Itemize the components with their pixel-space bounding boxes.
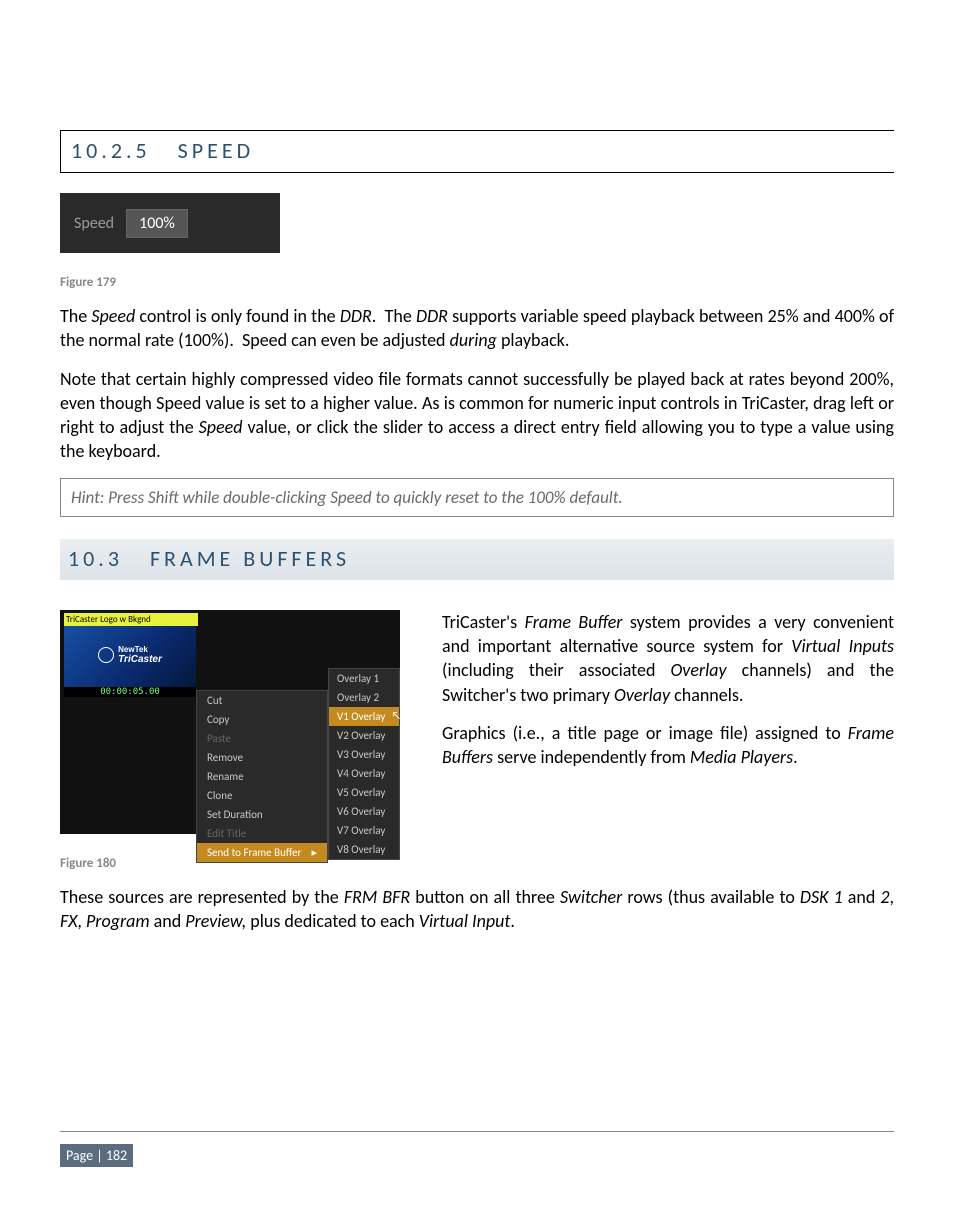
- menu-copy[interactable]: Copy: [197, 710, 327, 729]
- paragraph-2: Note that certain highly compressed vide…: [60, 367, 894, 464]
- submenu-overlay2[interactable]: Overlay 2: [329, 688, 399, 707]
- menu-remove[interactable]: Remove: [197, 748, 327, 767]
- menu-paste: Paste: [197, 729, 327, 748]
- paragraph-1: The Speed control is only found in the D…: [60, 304, 894, 353]
- menu-rename[interactable]: Rename: [197, 767, 327, 786]
- context-menu[interactable]: Cut Copy Paste Remove Rename Clone Set D…: [196, 690, 328, 863]
- overlay-submenu[interactable]: Overlay 1 Overlay 2 V1 Overlay ↖ V2 Over…: [328, 668, 400, 860]
- hint-box: Hint: Press Shift while double-clicking …: [60, 478, 894, 517]
- frame-buffer-figure: TriCaster Logo w Bkgnd NewTek TriCaster …: [60, 610, 400, 834]
- submenu-v4-overlay[interactable]: V4 Overlay: [329, 764, 399, 783]
- figure-180-caption: Figure 180: [60, 856, 894, 871]
- fb-paragraph-1: TriCaster's Frame Buffer system provides…: [442, 610, 894, 707]
- figure-179-caption: Figure 179: [60, 275, 894, 290]
- globe-icon: [98, 647, 114, 663]
- cursor-icon: ↖: [391, 709, 401, 722]
- menu-cut[interactable]: Cut: [197, 691, 327, 710]
- media-thumbnail[interactable]: TriCaster Logo w Bkgnd NewTek TriCaster …: [64, 616, 196, 694]
- submenu-v5-overlay[interactable]: V5 Overlay: [329, 783, 399, 802]
- sect-number: 10.2.5: [71, 137, 151, 164]
- submenu-v3-overlay[interactable]: V3 Overlay: [329, 745, 399, 764]
- thumb-title: TriCaster Logo w Bkgnd: [64, 613, 198, 626]
- sect-fb-title: FRAME BUFFERS: [150, 545, 350, 572]
- fb-paragraph-2: Graphics (i.e., a title page or image fi…: [442, 721, 894, 770]
- logo-top: NewTek: [118, 645, 162, 654]
- submenu-v1-overlay[interactable]: V1 Overlay ↖: [329, 707, 399, 726]
- submenu-arrow-icon: ▸: [311, 846, 317, 859]
- sect-title: SPEED: [178, 137, 255, 164]
- speed-value[interactable]: 100%: [126, 209, 188, 238]
- section-speed-header: 10.2.5 SPEED: [60, 131, 894, 173]
- page-number: Page | 182: [60, 1144, 133, 1167]
- logo-bottom: TriCaster: [118, 654, 162, 665]
- submenu-v7-overlay[interactable]: V7 Overlay: [329, 821, 399, 840]
- submenu-v2-overlay[interactable]: V2 Overlay: [329, 726, 399, 745]
- thumb-timecode: 00:00:05.00: [64, 687, 196, 697]
- submenu-v6-overlay[interactable]: V6 Overlay: [329, 802, 399, 821]
- submenu-v8-overlay[interactable]: V8 Overlay: [329, 840, 399, 859]
- paragraph-after: These sources are represented by the FRM…: [60, 885, 894, 934]
- menu-send-to-frame-buffer[interactable]: Send to Frame Buffer ▸: [197, 843, 327, 862]
- footer-divider: [60, 1131, 894, 1132]
- menu-clone[interactable]: Clone: [197, 786, 327, 805]
- menu-edit-title: Edit Title: [197, 824, 327, 843]
- submenu-overlay1[interactable]: Overlay 1: [329, 669, 399, 688]
- menu-set-duration[interactable]: Set Duration: [197, 805, 327, 824]
- sect-fb-number: 10.3: [68, 545, 123, 572]
- speed-control[interactable]: Speed 100%: [60, 193, 280, 253]
- section-fb-header: 10.3 FRAME BUFFERS: [60, 539, 894, 580]
- speed-label: Speed: [74, 214, 114, 233]
